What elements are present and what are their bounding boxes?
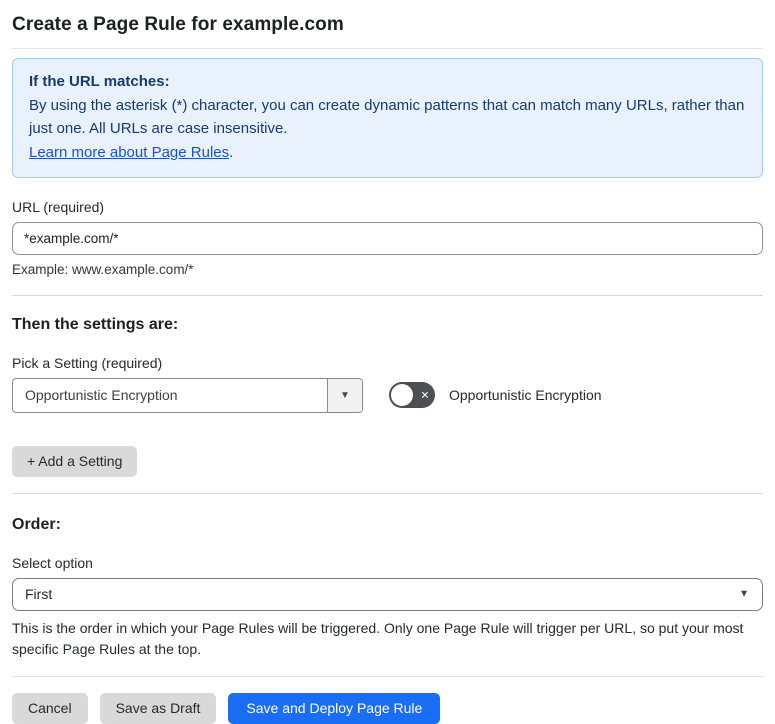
page-title: Create a Page Rule for example.com (12, 14, 344, 35)
order-divider (12, 492, 763, 494)
setting-row: Opportunistic Encryption ▼ × Opportunist… (12, 377, 763, 413)
add-setting-button[interactable]: + Add a Setting (12, 445, 138, 477)
setting-dropdown-arrow-button[interactable]: ▼ (327, 378, 362, 412)
chevron-down-icon: ▼ (739, 588, 749, 600)
order-help-text: This is the order in which your Page Rul… (12, 619, 744, 657)
learn-more-link[interactable]: Learn more about Page Rules (29, 144, 229, 161)
save-as-draft-button[interactable]: Save as Draft (99, 692, 217, 724)
title-divider (12, 48, 763, 49)
settings-divider (12, 294, 763, 296)
order-select-label: Select option (12, 554, 93, 571)
cancel-button[interactable]: Cancel (12, 692, 88, 724)
save-and-deploy-button[interactable]: Save and Deploy Page Rule (228, 692, 441, 724)
toggle-knob (391, 384, 413, 407)
link-suffix: . (229, 144, 234, 162)
chevron-down-icon: ▼ (340, 389, 350, 401)
pick-setting-label: Pick a Setting (required) (12, 354, 163, 371)
setting-dropdown-value: Opportunistic Encryption (25, 386, 178, 403)
info-box-link-line: Learn more about Page Rules. (29, 141, 746, 165)
settings-heading: Then the settings are: (12, 315, 179, 333)
url-example-hint: Example: www.example.com/* (12, 261, 194, 277)
order-select[interactable]: First ▼ (12, 577, 763, 611)
opportunistic-encryption-toggle[interactable]: × (389, 382, 435, 409)
order-select-value: First (25, 585, 53, 602)
url-label: URL (required) (12, 198, 105, 215)
url-match-info-box: If the URL matches: By using the asteris… (12, 58, 763, 178)
url-input[interactable] (12, 221, 763, 255)
toggle-off-icon: × (420, 386, 429, 403)
page-rule-form: Create a Page Rule for example.com If th… (0, 0, 775, 724)
toggle-label: Opportunistic Encryption (449, 387, 602, 404)
info-box-heading: If the URL matches: (29, 73, 170, 90)
order-heading: Order: (12, 515, 61, 533)
setting-dropdown[interactable]: Opportunistic Encryption ▼ (12, 377, 363, 413)
info-box-body: By using the asterisk (*) character, you… (29, 96, 745, 138)
